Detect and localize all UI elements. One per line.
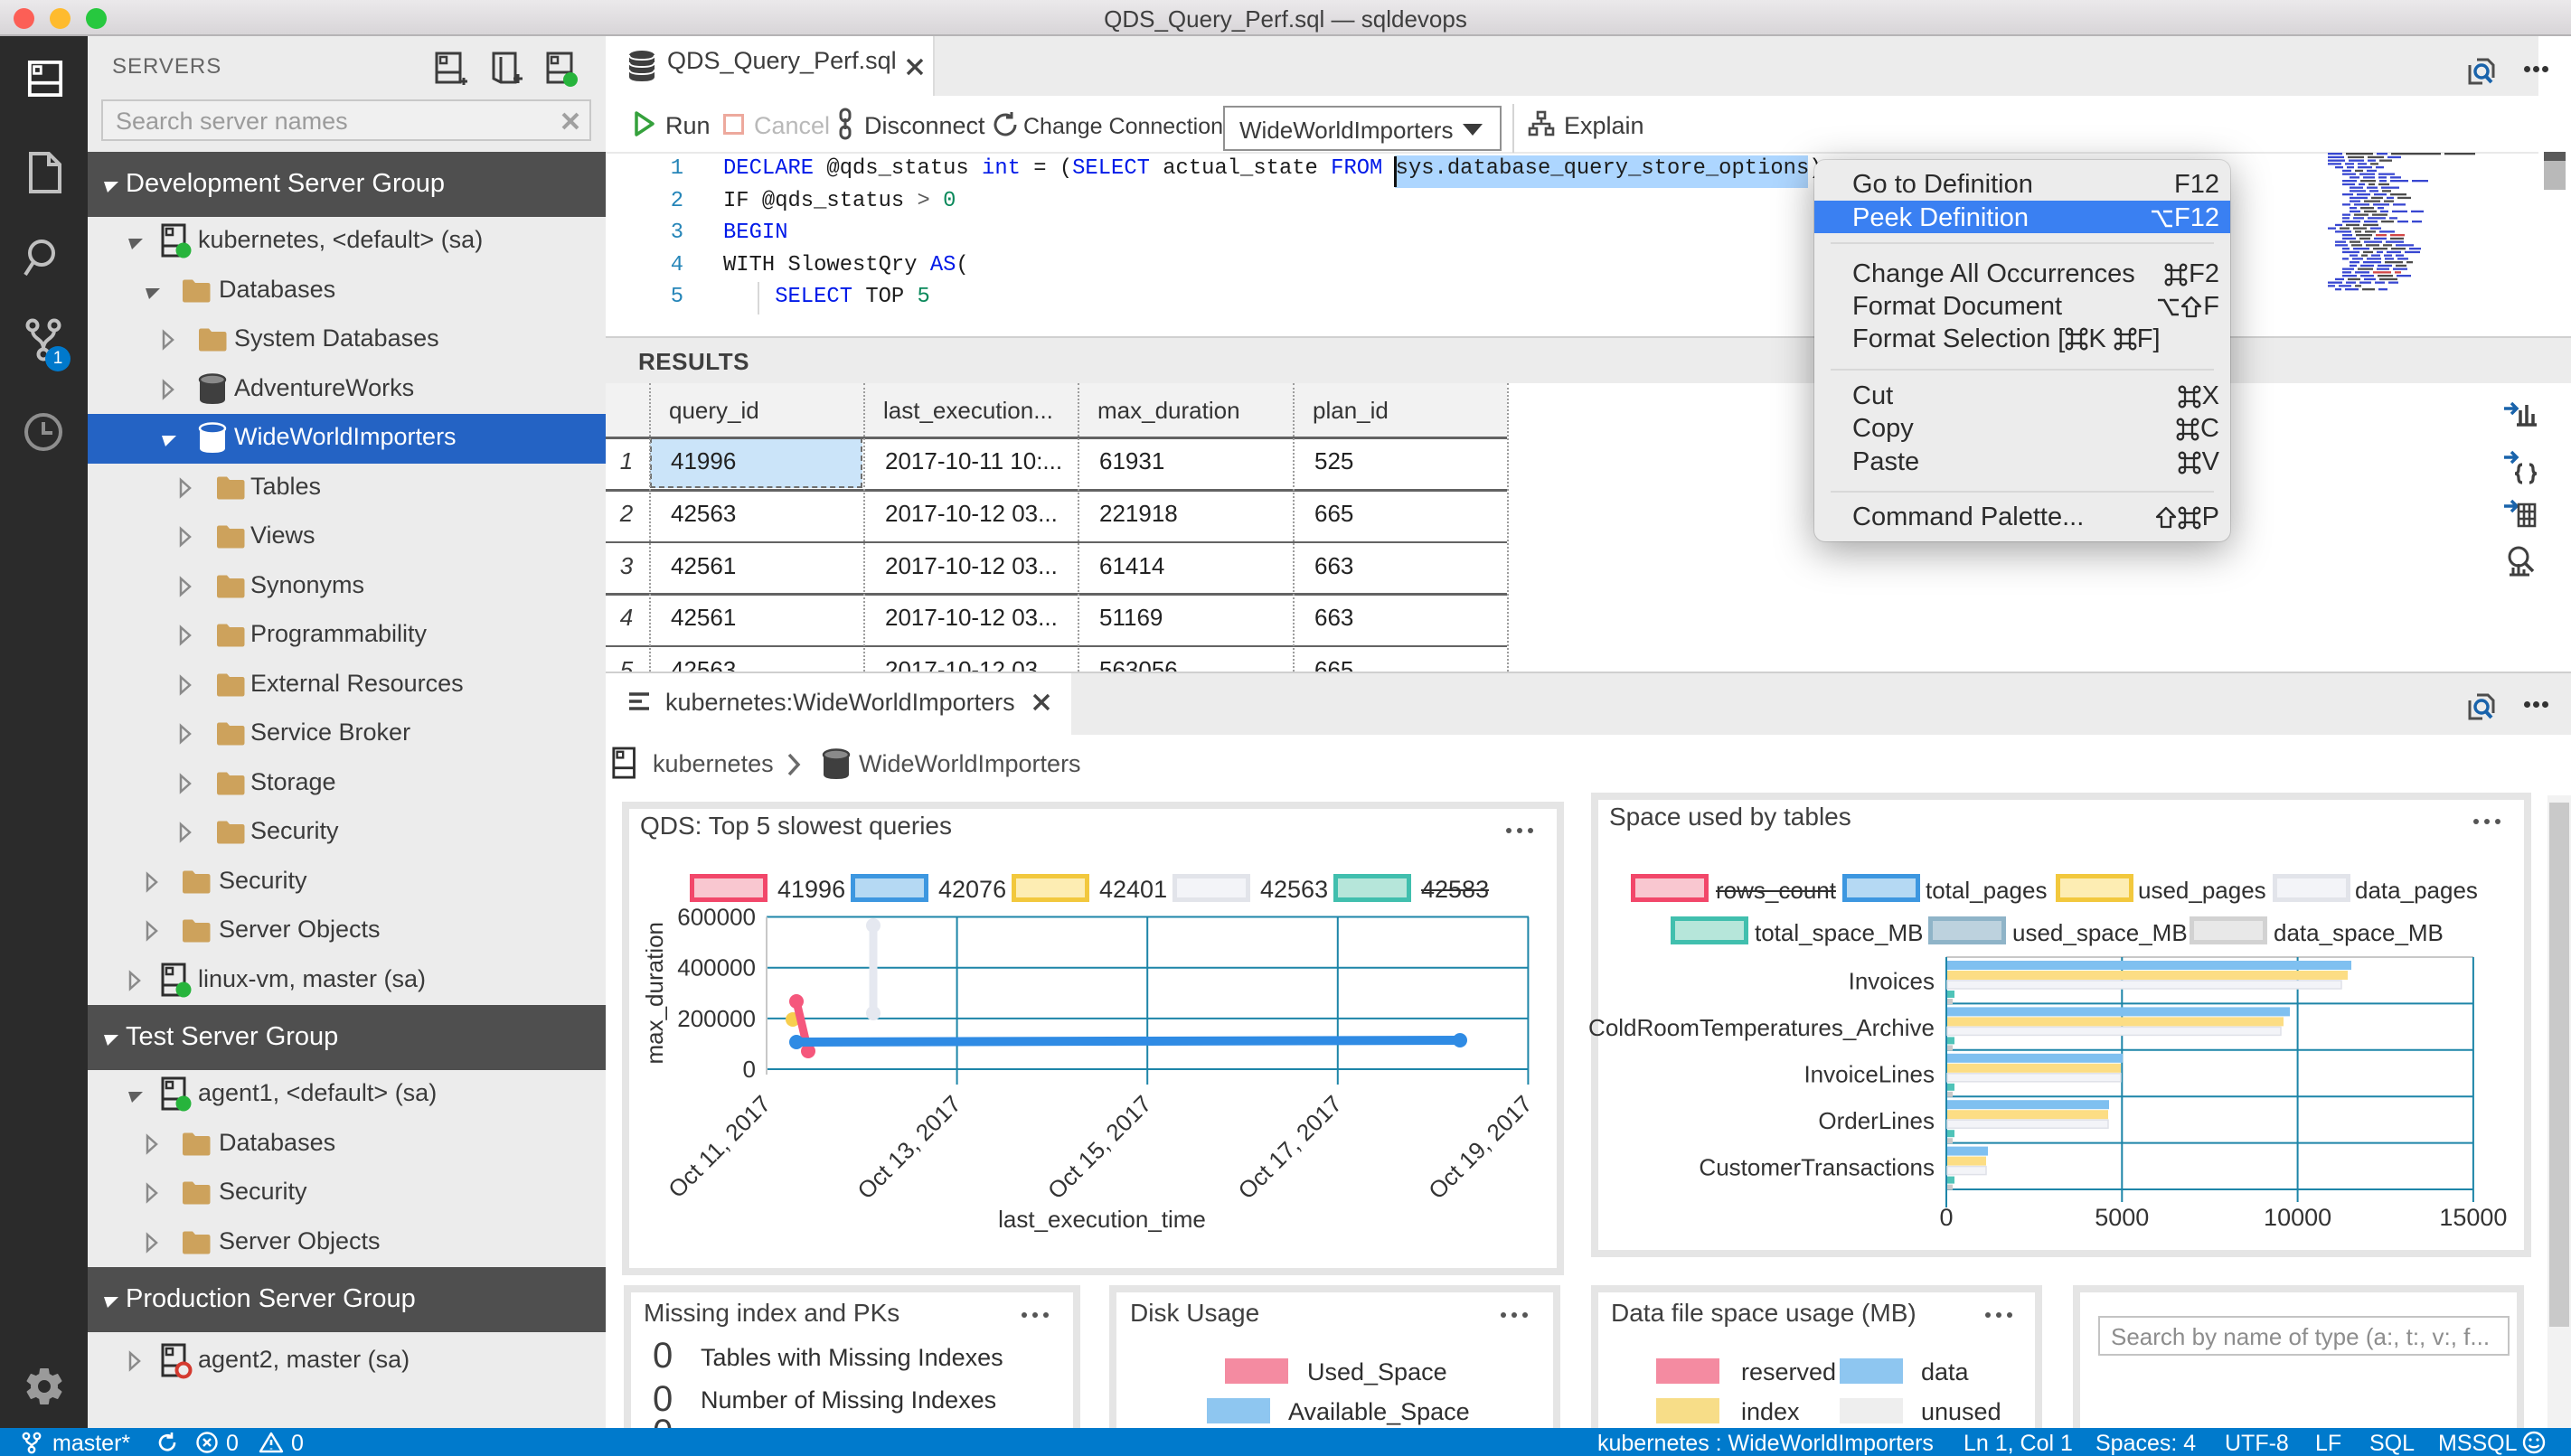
svg-text:0: 0 (1939, 1204, 1953, 1231)
svg-text:Oct 11, 2017: Oct 11, 2017 (663, 1090, 776, 1203)
svg-text:max_duration: max_duration (641, 922, 668, 1065)
svg-text:Oct 15, 2017: Oct 15, 2017 (1042, 1090, 1156, 1204)
svg-text:InvoiceLines: InvoiceLines (1803, 1061, 1935, 1088)
svg-text:ColdRoomTemperatures_Archive: ColdRoomTemperatures_Archive (1588, 1014, 1935, 1041)
svg-text:Oct 13, 2017: Oct 13, 2017 (852, 1090, 965, 1204)
svg-text:OrderLines: OrderLines (1818, 1107, 1935, 1134)
svg-text:0: 0 (743, 1056, 756, 1083)
svg-text:5000: 5000 (2095, 1204, 2149, 1231)
svg-text:400000: 400000 (677, 954, 756, 982)
svg-text:10000: 10000 (2264, 1204, 2331, 1231)
svg-text:last_execution_time: last_execution_time (998, 1206, 1206, 1233)
svg-text:200000: 200000 (677, 1005, 756, 1032)
svg-text:Invoices: Invoices (1849, 968, 1935, 995)
svg-text:15000: 15000 (2439, 1204, 2507, 1231)
svg-text:Oct 17, 2017: Oct 17, 2017 (1233, 1090, 1347, 1204)
svg-text:600000: 600000 (677, 904, 756, 931)
svg-text:CustomerTransactions: CustomerTransactions (1699, 1153, 1935, 1180)
svg-text:Oct 19, 2017: Oct 19, 2017 (1423, 1090, 1537, 1204)
